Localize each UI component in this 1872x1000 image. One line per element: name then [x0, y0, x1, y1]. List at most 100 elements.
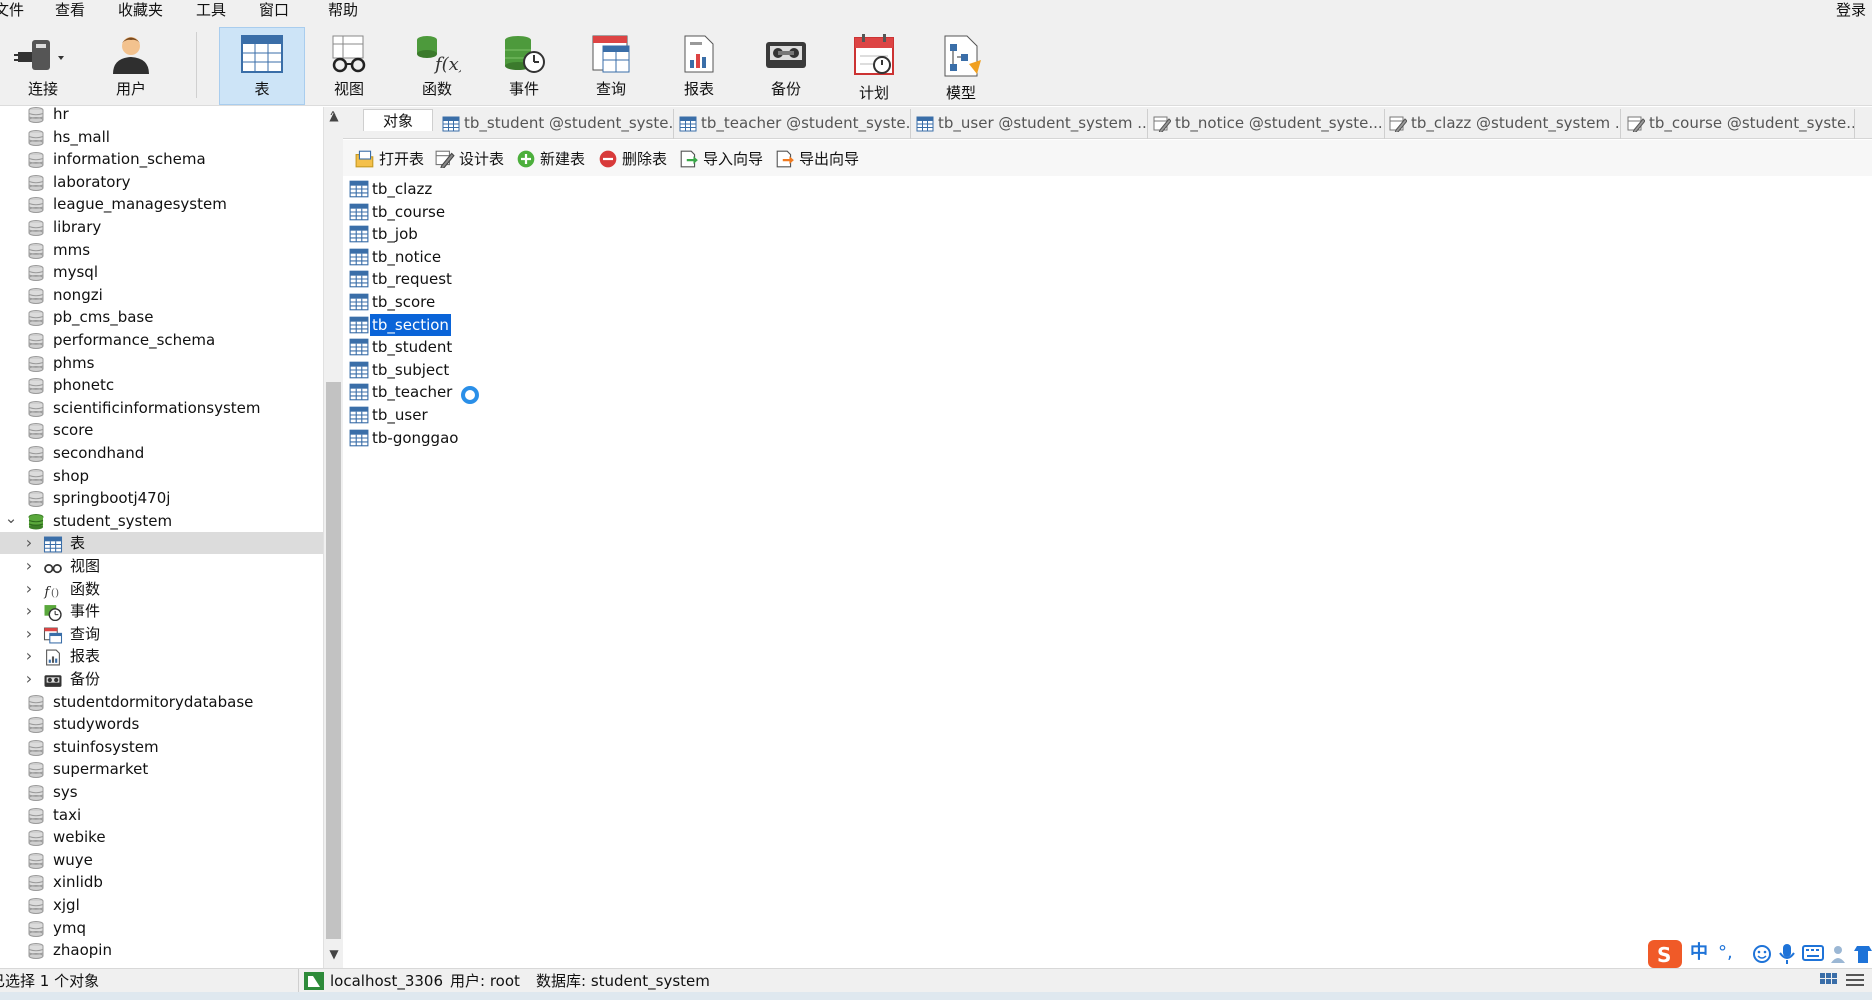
login-link[interactable]: 登录: [1836, 0, 1866, 20]
tab-tb-student[interactable]: tb_student @student_syste...: [438, 109, 674, 139]
menu-favorites[interactable]: 收藏夹: [118, 0, 163, 20]
microphone-icon[interactable]: [1779, 943, 1795, 965]
ime-lang-toggle[interactable]: 中: [1690, 940, 1708, 966]
new-table-button[interactable]: 新建表: [516, 148, 585, 170]
tree-db-stuinfosystem[interactable]: stuinfosystem: [0, 736, 323, 758]
schedule-button[interactable]: 计划: [831, 28, 917, 106]
query-button[interactable]: 查询: [568, 28, 654, 106]
tree-db-score[interactable]: score: [0, 419, 323, 441]
tree-db-webike[interactable]: webike: [0, 826, 323, 848]
connect-button[interactable]: 连接: [0, 28, 86, 106]
import-button[interactable]: 导入向导: [679, 148, 763, 170]
status-divider: [298, 969, 299, 993]
expand-arrow-icon[interactable]: ›: [22, 555, 36, 577]
tab-tb-course[interactable]: tb_course @student_syste...: [1623, 109, 1855, 139]
tree-db-pb-cms-base[interactable]: pb_cms_base: [0, 306, 323, 328]
list-view-icon[interactable]: [1846, 973, 1864, 989]
tree-db-studywords[interactable]: studywords: [0, 713, 323, 735]
tree-folder-label: 表: [70, 534, 86, 553]
table-button[interactable]: 表: [219, 27, 305, 105]
object-button-label: 导出向导: [799, 150, 860, 168]
view-button[interactable]: 视图: [306, 28, 392, 106]
tree-db-label: laboratory: [53, 172, 131, 191]
emoji-icon[interactable]: [1752, 944, 1772, 964]
ime-toolbar: S 中 °,: [1648, 938, 1872, 968]
export-icon: [776, 150, 794, 168]
tree-db-phonetc[interactable]: phonetc: [0, 374, 323, 396]
expand-arrow-icon[interactable]: ›: [22, 668, 36, 690]
expand-arrow-icon[interactable]: ›: [22, 623, 36, 645]
tree-db-student-system[interactable]: ⌄ student_system: [0, 507, 323, 532]
menu-file[interactable]: 文件: [0, 0, 24, 20]
tree-db-league-managesystem[interactable]: league_managesystem: [0, 193, 323, 215]
tree-db-mysql[interactable]: mysql: [0, 261, 323, 283]
tree-db-performance-schema[interactable]: performance_schema: [0, 329, 323, 351]
tab-tb-clazz[interactable]: tb_clazz @student_system ...: [1385, 109, 1621, 139]
tree-db-supermarket[interactable]: supermarket: [0, 758, 323, 780]
tree-folder-table[interactable]: › 表: [0, 532, 323, 555]
tree-db-xinlidb[interactable]: xinlidb: [0, 871, 323, 893]
delete-table-button[interactable]: 删除表: [598, 148, 667, 170]
menu-window[interactable]: 窗口: [259, 0, 289, 20]
menu-help[interactable]: 帮助: [328, 0, 358, 20]
menu-tools[interactable]: 工具: [196, 0, 226, 20]
tree-db-phms[interactable]: phms: [0, 352, 323, 374]
tree-db-springbootj470j[interactable]: springbootj470j: [0, 487, 323, 509]
tree-db-ymq[interactable]: ymq: [0, 917, 323, 939]
ime-punct-toggle[interactable]: °,: [1718, 940, 1733, 966]
skin-icon[interactable]: [1854, 944, 1872, 964]
tree-folder-event[interactable]: › 事件: [0, 600, 323, 622]
tree-db-laboratory[interactable]: laboratory: [0, 171, 323, 193]
database-icon: [28, 423, 44, 440]
report-button[interactable]: 报表: [656, 28, 742, 106]
tree-db-zhaopin[interactable]: zhaopin: [0, 939, 323, 961]
expand-arrow-icon[interactable]: ›: [22, 645, 36, 667]
tab-tb-notice[interactable]: tb_notice @student_syste...: [1149, 109, 1385, 139]
tree-db-wuye[interactable]: wuye: [0, 849, 323, 871]
function-button[interactable]: f(x) 函数: [394, 28, 480, 106]
event-button[interactable]: 事件: [481, 28, 567, 106]
expand-arrow-icon[interactable]: ›: [22, 578, 36, 600]
tree-db-taxi[interactable]: taxi: [0, 804, 323, 826]
tree-db-hs-mall[interactable]: hs_mall: [0, 126, 323, 148]
tree-folder-function[interactable]: › f() 函数: [0, 578, 323, 600]
tree-db-studentdormitorydatabase[interactable]: studentdormitorydatabase: [0, 691, 323, 713]
tab-tb-teacher[interactable]: tb_teacher @student_syste...: [675, 109, 911, 139]
tree-db-secondhand[interactable]: secondhand: [0, 442, 323, 464]
tree-folder-query[interactable]: › 查询: [0, 623, 323, 645]
tree-db-xjgl[interactable]: xjgl: [0, 894, 323, 916]
expand-arrow-icon[interactable]: ›: [22, 532, 36, 554]
menu-view[interactable]: 查看: [55, 0, 85, 20]
design-table-button[interactable]: 设计表: [435, 148, 504, 170]
collapse-arrow-icon[interactable]: ⌄: [4, 507, 18, 529]
user-button[interactable]: 用户: [88, 28, 174, 106]
tree-db-label: score: [53, 421, 94, 440]
tree-db-library[interactable]: library: [0, 216, 323, 238]
grid-view-icon[interactable]: [1820, 973, 1838, 989]
open-table-button[interactable]: 打开表: [355, 148, 424, 170]
tree-folder-backup[interactable]: › 备份: [0, 668, 323, 690]
tree-db-hr[interactable]: hr: [0, 107, 323, 125]
user-center-icon[interactable]: [1830, 944, 1850, 964]
expand-arrow-icon[interactable]: ›: [22, 600, 36, 622]
backup-button[interactable]: 备份: [743, 28, 829, 106]
table-icon: [349, 406, 369, 424]
tree-db-nongzi[interactable]: nongzi: [0, 284, 323, 306]
tab-objects[interactable]: 对象: [363, 109, 433, 131]
tree-db-scientificinformationsystem[interactable]: scientificinformationsystem: [0, 397, 323, 419]
tree-scrollbar[interactable]: ▲ ▼: [323, 107, 343, 968]
tree-db-shop[interactable]: shop: [0, 465, 323, 487]
scroll-down-icon[interactable]: ▼: [324, 947, 344, 961]
tree-folder-report[interactable]: › 报表: [0, 645, 323, 667]
database-icon: [28, 355, 44, 372]
model-button[interactable]: 模型: [918, 28, 1004, 106]
tree-folder-glasses[interactable]: › 视图: [0, 555, 323, 577]
tab-tb-user[interactable]: tb_user @student_system ...: [912, 109, 1148, 139]
tree-db-mms[interactable]: mms: [0, 239, 323, 261]
tree-db-information-schema[interactable]: information_schema: [0, 148, 323, 170]
tree-db-sys[interactable]: sys: [0, 781, 323, 803]
keyboard-icon[interactable]: [1802, 945, 1824, 961]
export-button[interactable]: 导出向导: [775, 148, 859, 170]
scrollbar-thumb[interactable]: [326, 382, 341, 939]
collapse-panel-icon[interactable]: ˄: [329, 109, 337, 128]
